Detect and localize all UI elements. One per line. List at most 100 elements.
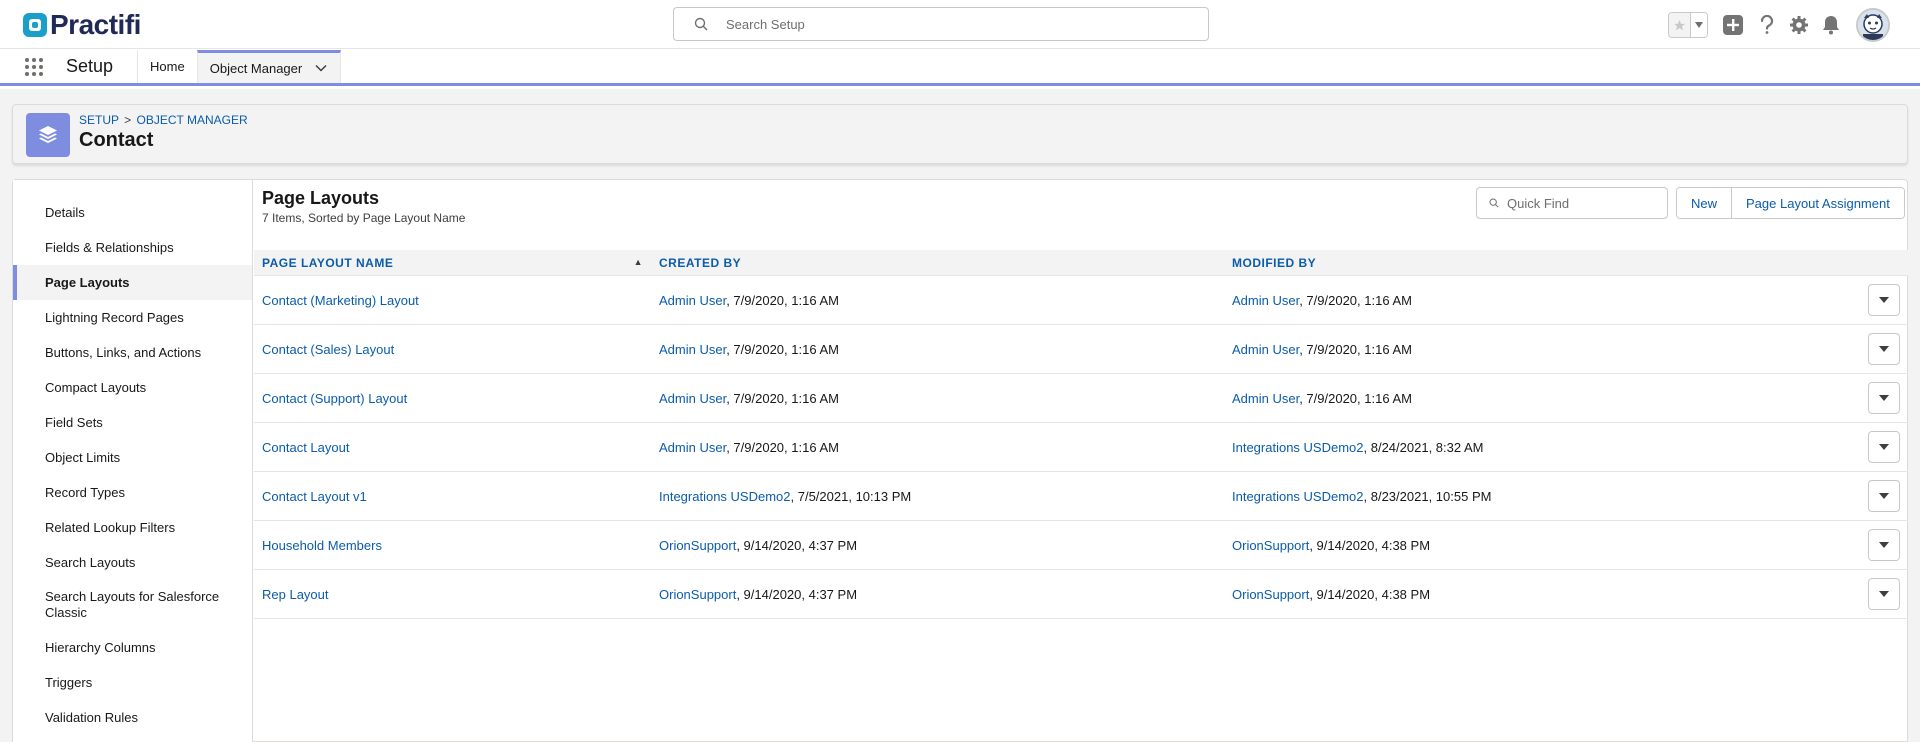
- practifi-logo-mark-icon: [23, 13, 47, 37]
- quick-find-box[interactable]: [1476, 187, 1668, 219]
- layers-icon: [26, 113, 70, 157]
- modified-by-user-link[interactable]: Integrations USDemo2: [1232, 489, 1364, 504]
- table-row: Contact (Sales) Layout Admin User, 7/9/2…: [254, 325, 1908, 374]
- modified-date: , 8/24/2021, 8:32 AM: [1363, 439, 1484, 455]
- sidebar-item-search-layouts-classic[interactable]: Search Layouts for Salesforce Classic: [13, 580, 252, 630]
- chevron-down-icon[interactable]: [314, 61, 328, 75]
- object-header: SETUP > OBJECT MANAGER Contact: [12, 104, 1908, 164]
- favorite-star-icon[interactable]: [1669, 13, 1691, 37]
- setup-gear-icon[interactable]: [1788, 14, 1810, 36]
- favorites-dropdown-icon[interactable]: [1691, 13, 1707, 37]
- layout-name-link[interactable]: Rep Layout: [262, 587, 329, 602]
- sidebar-item-related-lookup-filters[interactable]: Related Lookup Filters: [13, 510, 252, 545]
- column-header-label: CREATED BY: [659, 255, 742, 270]
- column-header-page-layout-name[interactable]: PAGE LAYOUT NAME ▲: [254, 256, 651, 270]
- tab-object-manager-label: Object Manager: [209, 60, 303, 76]
- tab-home[interactable]: Home: [137, 50, 197, 83]
- created-date: , 7/9/2020, 1:16 AM: [726, 439, 839, 455]
- page-layouts-table: PAGE LAYOUT NAME ▲ CREATED BY MODIFIED B…: [254, 250, 1908, 619]
- tab-object-manager[interactable]: Object Manager: [196, 50, 342, 83]
- notifications-bell-icon[interactable]: [1820, 14, 1842, 36]
- global-search-input[interactable]: [726, 16, 1146, 32]
- modified-by-user-link[interactable]: OrionSupport: [1232, 587, 1309, 602]
- sidebar-item-details[interactable]: Details: [13, 195, 252, 230]
- row-actions-dropdown-icon[interactable]: [1868, 431, 1900, 463]
- breadcrumb-setup-link[interactable]: SETUP: [79, 113, 119, 127]
- content-card: Details Fields & Relationships Page Layo…: [12, 179, 1908, 742]
- sidebar-item-validation-rules[interactable]: Validation Rules: [13, 700, 252, 735]
- modified-by-user-link[interactable]: OrionSupport: [1232, 538, 1309, 553]
- created-date: , 7/9/2020, 1:16 AM: [726, 390, 839, 406]
- row-actions-dropdown-icon[interactable]: [1868, 578, 1900, 610]
- sidebar-item-lightning-record-pages[interactable]: Lightning Record Pages: [13, 300, 252, 335]
- table-row: Contact Layout v1 Integrations USDemo2, …: [254, 472, 1908, 521]
- layout-name-link[interactable]: Contact (Marketing) Layout: [262, 293, 419, 308]
- table-row: Household Members OrionSupport, 9/14/202…: [254, 521, 1908, 570]
- header-actions: [1668, 8, 1890, 42]
- row-actions-dropdown-icon[interactable]: [1868, 382, 1900, 414]
- layout-name-link[interactable]: Contact Layout: [262, 440, 349, 455]
- column-header-created-by[interactable]: CREATED BY: [651, 256, 1224, 270]
- row-actions-dropdown-icon[interactable]: [1868, 333, 1900, 365]
- sidebar-item-hierarchy-columns[interactable]: Hierarchy Columns: [13, 630, 252, 665]
- created-by-user-link[interactable]: Admin User: [659, 391, 726, 406]
- new-button[interactable]: New: [1677, 188, 1732, 218]
- sidebar-item-field-sets[interactable]: Field Sets: [13, 405, 252, 440]
- column-header-modified-by[interactable]: MODIFIED BY: [1224, 256, 1844, 270]
- modified-by-user-link[interactable]: Integrations USDemo2: [1232, 440, 1364, 455]
- list-actions: New Page Layout Assignment: [1676, 187, 1905, 219]
- sidebar-item-compact-layouts[interactable]: Compact Layouts: [13, 370, 252, 405]
- brand-logo[interactable]: Practifi: [23, 9, 141, 41]
- sidebar-item-buttons-links-actions[interactable]: Buttons, Links, and Actions: [13, 335, 252, 370]
- modified-date: , 9/14/2020, 4:38 PM: [1309, 586, 1431, 602]
- created-date: , 7/9/2020, 1:16 AM: [726, 341, 839, 357]
- sidebar-item-page-layouts[interactable]: Page Layouts: [13, 265, 252, 300]
- breadcrumb-object-manager-link[interactable]: OBJECT MANAGER: [137, 113, 248, 127]
- modified-date: , 9/14/2020, 4:38 PM: [1309, 537, 1431, 553]
- global-search-box[interactable]: [673, 7, 1209, 41]
- column-header-label: PAGE LAYOUT NAME: [262, 255, 394, 270]
- row-actions-dropdown-icon[interactable]: [1868, 284, 1900, 316]
- global-header: Practifi: [0, 0, 1920, 49]
- global-actions-add-icon[interactable]: [1722, 14, 1744, 36]
- layout-name-link[interactable]: Contact Layout v1: [262, 489, 367, 504]
- table-row: Contact (Marketing) Layout Admin User, 7…: [254, 276, 1908, 325]
- page-layout-assignment-button[interactable]: Page Layout Assignment: [1731, 188, 1904, 218]
- user-avatar[interactable]: [1856, 8, 1890, 42]
- table-row: Rep Layout OrionSupport, 9/14/2020, 4:37…: [254, 570, 1908, 619]
- created-date: , 9/14/2020, 4:37 PM: [736, 586, 858, 602]
- created-by-user-link[interactable]: Admin User: [659, 342, 726, 357]
- created-by-user-link[interactable]: Integrations USDemo2: [659, 489, 791, 504]
- modified-date: , 7/9/2020, 1:16 AM: [1299, 390, 1412, 406]
- page-title: Contact: [79, 129, 154, 151]
- layout-name-link[interactable]: Contact (Support) Layout: [262, 391, 407, 406]
- section-title: Page Layouts: [262, 188, 380, 208]
- column-header-label: MODIFIED BY: [1232, 255, 1317, 270]
- created-date: , 7/5/2021, 10:13 PM: [790, 488, 912, 504]
- table-row: Contact (Support) Layout Admin User, 7/9…: [254, 374, 1908, 423]
- help-icon[interactable]: [1756, 14, 1778, 36]
- created-by-user-link[interactable]: Admin User: [659, 440, 726, 455]
- sidebar-item-fields-relationships[interactable]: Fields & Relationships: [13, 230, 252, 265]
- modified-by-user-link[interactable]: Admin User: [1232, 391, 1299, 406]
- app-launcher-waffle-icon[interactable]: [15, 50, 53, 83]
- search-icon: [694, 17, 708, 31]
- created-by-user-link[interactable]: Admin User: [659, 293, 726, 308]
- modified-by-user-link[interactable]: Admin User: [1232, 342, 1299, 357]
- page-layouts-panel: Page Layouts 7 Items, Sorted by Page Lay…: [254, 180, 1908, 742]
- row-actions-dropdown-icon[interactable]: [1868, 529, 1900, 561]
- modified-by-user-link[interactable]: Admin User: [1232, 293, 1299, 308]
- sidebar-item-object-limits[interactable]: Object Limits: [13, 440, 252, 475]
- created-date: , 7/9/2020, 1:16 AM: [726, 292, 839, 308]
- layout-name-link[interactable]: Contact (Sales) Layout: [262, 342, 394, 357]
- created-by-user-link[interactable]: OrionSupport: [659, 538, 736, 553]
- quick-find-input[interactable]: [1507, 195, 1667, 211]
- table-header: PAGE LAYOUT NAME ▲ CREATED BY MODIFIED B…: [254, 250, 1908, 276]
- sidebar-item-search-layouts[interactable]: Search Layouts: [13, 545, 252, 580]
- layout-name-link[interactable]: Household Members: [262, 538, 382, 553]
- sidebar-item-triggers[interactable]: Triggers: [13, 665, 252, 700]
- created-by-user-link[interactable]: OrionSupport: [659, 587, 736, 602]
- table-row: Contact Layout Admin User, 7/9/2020, 1:1…: [254, 423, 1908, 472]
- row-actions-dropdown-icon[interactable]: [1868, 480, 1900, 512]
- sidebar-item-record-types[interactable]: Record Types: [13, 475, 252, 510]
